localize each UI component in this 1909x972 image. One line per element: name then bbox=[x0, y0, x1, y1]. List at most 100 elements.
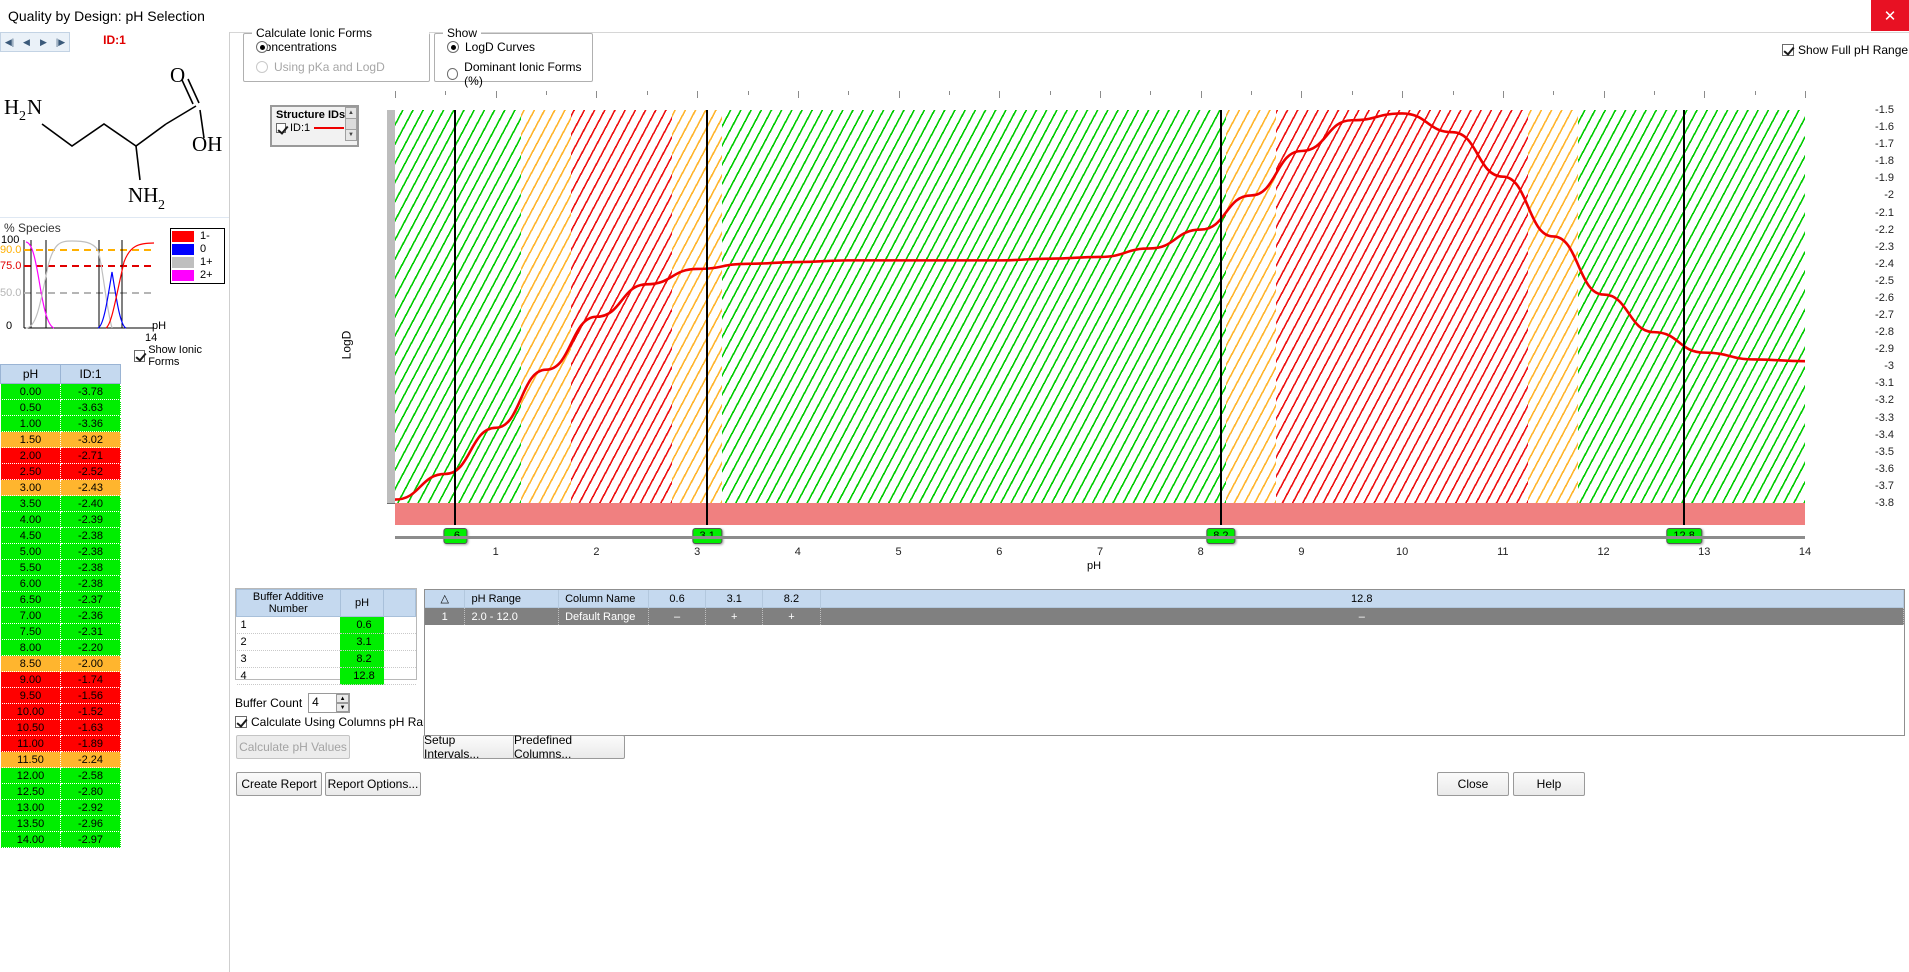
buffer-count-input[interactable]: 4 bbox=[309, 694, 336, 711]
create-report-button[interactable]: Create Report bbox=[236, 772, 322, 796]
table-row[interactable]: 13.50-2.96 bbox=[1, 816, 121, 832]
table-row[interactable]: 12.50-2.80 bbox=[1, 784, 121, 800]
table-row[interactable]: 12.00-2.58 bbox=[1, 768, 121, 784]
radio-icon[interactable] bbox=[256, 41, 268, 53]
scroll-thumb[interactable] bbox=[345, 119, 357, 129]
radio-logd-curves[interactable]: LogD Curves bbox=[447, 40, 592, 54]
report-options-button[interactable]: Report Options... bbox=[325, 772, 421, 796]
buffer-row[interactable]: 412.8 bbox=[237, 668, 416, 685]
show-full-ph-range-checkbox[interactable]: Show Full pH Range bbox=[1782, 43, 1908, 57]
column-header-ph: pH bbox=[1, 365, 61, 384]
scroll-down-icon[interactable]: ▼ bbox=[345, 129, 357, 141]
spinner-up-icon[interactable]: ▲ bbox=[336, 694, 349, 703]
nav-next-icon[interactable]: ▶ bbox=[35, 33, 52, 51]
calculate-using-columns-label: Calculate Using Columns pH Ranges bbox=[251, 715, 449, 729]
x-axis-tick-label: 13 bbox=[1698, 546, 1710, 558]
checkbox-icon[interactable] bbox=[276, 123, 286, 133]
table-row[interactable]: 8.50-2.00 bbox=[1, 656, 121, 672]
column-header-sort[interactable]: △ bbox=[425, 590, 465, 608]
help-button[interactable]: Help bbox=[1513, 772, 1585, 796]
radio-using-pka-and-logd[interactable]: Using pKa and LogD bbox=[256, 60, 429, 74]
buffer-count-control[interactable]: Buffer Count 4 ▲ ▼ bbox=[235, 693, 350, 713]
table-row[interactable]: 0.00-3.78 bbox=[1, 384, 121, 400]
column-header-ph-range[interactable]: pH Range bbox=[465, 590, 559, 608]
table-row[interactable]: 7.00-2.36 bbox=[1, 608, 121, 624]
window-close-button[interactable]: ✕ bbox=[1871, 0, 1909, 31]
grid-row[interactable]: 12.0 - 12.0Default Range–++– bbox=[425, 608, 1904, 626]
table-row[interactable]: 3.50-2.40 bbox=[1, 496, 121, 512]
column-header-buffer-0-6[interactable]: 0.6 bbox=[648, 590, 705, 608]
table-row[interactable]: 2.00-2.71 bbox=[1, 448, 121, 464]
table-row[interactable]: 10.00-1.52 bbox=[1, 704, 121, 720]
nav-last-icon[interactable]: |▶ bbox=[52, 33, 69, 51]
column-header-buffer-8-2[interactable]: 8.2 bbox=[763, 590, 820, 608]
scroll-up-icon[interactable]: ▲ bbox=[345, 107, 357, 119]
table-row[interactable]: 14.00-2.97 bbox=[1, 832, 121, 848]
table-row[interactable]: 0.50-3.63 bbox=[1, 400, 121, 416]
column-ranges-grid[interactable]: △ pH Range Column Name 0.6 3.1 8.2 12.8 … bbox=[424, 589, 1905, 736]
radio-dominant-ionic-forms[interactable]: Dominant Ionic Forms (%) bbox=[447, 60, 592, 88]
checkbox-icon[interactable] bbox=[1782, 44, 1794, 56]
calculate-ph-values-button[interactable]: Calculate pH Values bbox=[236, 735, 350, 759]
setup-intervals-button[interactable]: Setup Intervals... bbox=[423, 735, 515, 759]
cell-logd: -1.74 bbox=[61, 672, 121, 688]
radio-icon[interactable] bbox=[447, 41, 459, 53]
radio-icon[interactable] bbox=[256, 61, 268, 73]
buffer-row[interactable]: 38.2 bbox=[237, 651, 416, 668]
predefined-columns-button[interactable]: Predefined Columns... bbox=[513, 735, 625, 759]
cell-spacer bbox=[384, 651, 416, 668]
table-row[interactable]: 1.50-3.02 bbox=[1, 432, 121, 448]
checkbox-icon[interactable] bbox=[235, 716, 247, 728]
ph-logd-table[interactable]: pH ID:1 0.00-3.780.50-3.631.00-3.361.50-… bbox=[0, 364, 229, 848]
species-chart-title: % Species bbox=[4, 221, 61, 235]
radio-label: Dominant Ionic Forms (%) bbox=[464, 60, 592, 88]
cell-ph: 9.50 bbox=[1, 688, 61, 704]
cell-buffer-0-6: – bbox=[648, 608, 705, 626]
structure-ids-scrollbar[interactable]: ▲ ▼ bbox=[345, 107, 357, 141]
structure-ids-legend: Structure IDs ID:1 ▲ ▼ bbox=[270, 105, 359, 147]
table-row[interactable]: 9.50-1.56 bbox=[1, 688, 121, 704]
table-row[interactable]: 4.00-2.39 bbox=[1, 512, 121, 528]
cell-logd: -3.63 bbox=[61, 400, 121, 416]
table-row[interactable]: 10.50-1.63 bbox=[1, 720, 121, 736]
radio-icon[interactable] bbox=[447, 68, 458, 80]
table-row[interactable]: 2.50-2.52 bbox=[1, 464, 121, 480]
table-row[interactable]: 6.50-2.37 bbox=[1, 592, 121, 608]
column-header-buffer-12-8[interactable]: 12.8 bbox=[820, 590, 1904, 608]
close-button[interactable]: Close bbox=[1437, 772, 1509, 796]
column-header-column-name[interactable]: Column Name bbox=[559, 590, 649, 608]
buffer-count-label: Buffer Count bbox=[235, 696, 302, 710]
group-title: Show bbox=[443, 26, 481, 40]
cell-buffer-12-8: – bbox=[820, 608, 1904, 626]
table-row[interactable]: 3.00-2.43 bbox=[1, 480, 121, 496]
calculate-using-columns-checkbox[interactable]: Calculate Using Columns pH Ranges bbox=[235, 715, 449, 729]
column-header-buffer-3-1[interactable]: 3.1 bbox=[706, 590, 763, 608]
x-axis-tick-mark bbox=[848, 91, 849, 95]
legend-swatch-0 bbox=[172, 244, 194, 255]
table-row[interactable]: 8.00-2.20 bbox=[1, 640, 121, 656]
table-row[interactable]: 6.00-2.38 bbox=[1, 576, 121, 592]
nav-first-icon[interactable]: ◀| bbox=[1, 33, 18, 51]
table-row[interactable]: 5.00-2.38 bbox=[1, 544, 121, 560]
table-row[interactable]: 11.50-2.24 bbox=[1, 752, 121, 768]
x-axis-tick-label: 11 bbox=[1497, 546, 1508, 558]
plot-area[interactable] bbox=[395, 110, 1805, 503]
legend-label: 0 bbox=[200, 244, 206, 255]
buffer-additive-table[interactable]: Buffer Additive Number pH 10.623.138.241… bbox=[235, 588, 417, 680]
cell-buffer-8-2: + bbox=[763, 608, 820, 626]
table-row[interactable]: 13.00-2.92 bbox=[1, 800, 121, 816]
table-row[interactable]: 5.50-2.38 bbox=[1, 560, 121, 576]
buffer-marker-line-floor bbox=[454, 503, 456, 525]
checkbox-icon[interactable] bbox=[134, 350, 145, 362]
spinner-down-icon[interactable]: ▼ bbox=[336, 703, 349, 712]
table-row[interactable]: 7.50-2.31 bbox=[1, 624, 121, 640]
cell-buffer-ph: 0.6 bbox=[340, 617, 384, 634]
table-row[interactable]: 11.00-1.89 bbox=[1, 736, 121, 752]
nav-prev-icon[interactable]: ◀ bbox=[18, 33, 35, 51]
buffer-row[interactable]: 23.1 bbox=[237, 634, 416, 651]
buffer-row[interactable]: 10.6 bbox=[237, 617, 416, 634]
table-row[interactable]: 4.50-2.38 bbox=[1, 528, 121, 544]
cell-ph: 1.00 bbox=[1, 416, 61, 432]
table-row[interactable]: 9.00-1.74 bbox=[1, 672, 121, 688]
table-row[interactable]: 1.00-3.36 bbox=[1, 416, 121, 432]
